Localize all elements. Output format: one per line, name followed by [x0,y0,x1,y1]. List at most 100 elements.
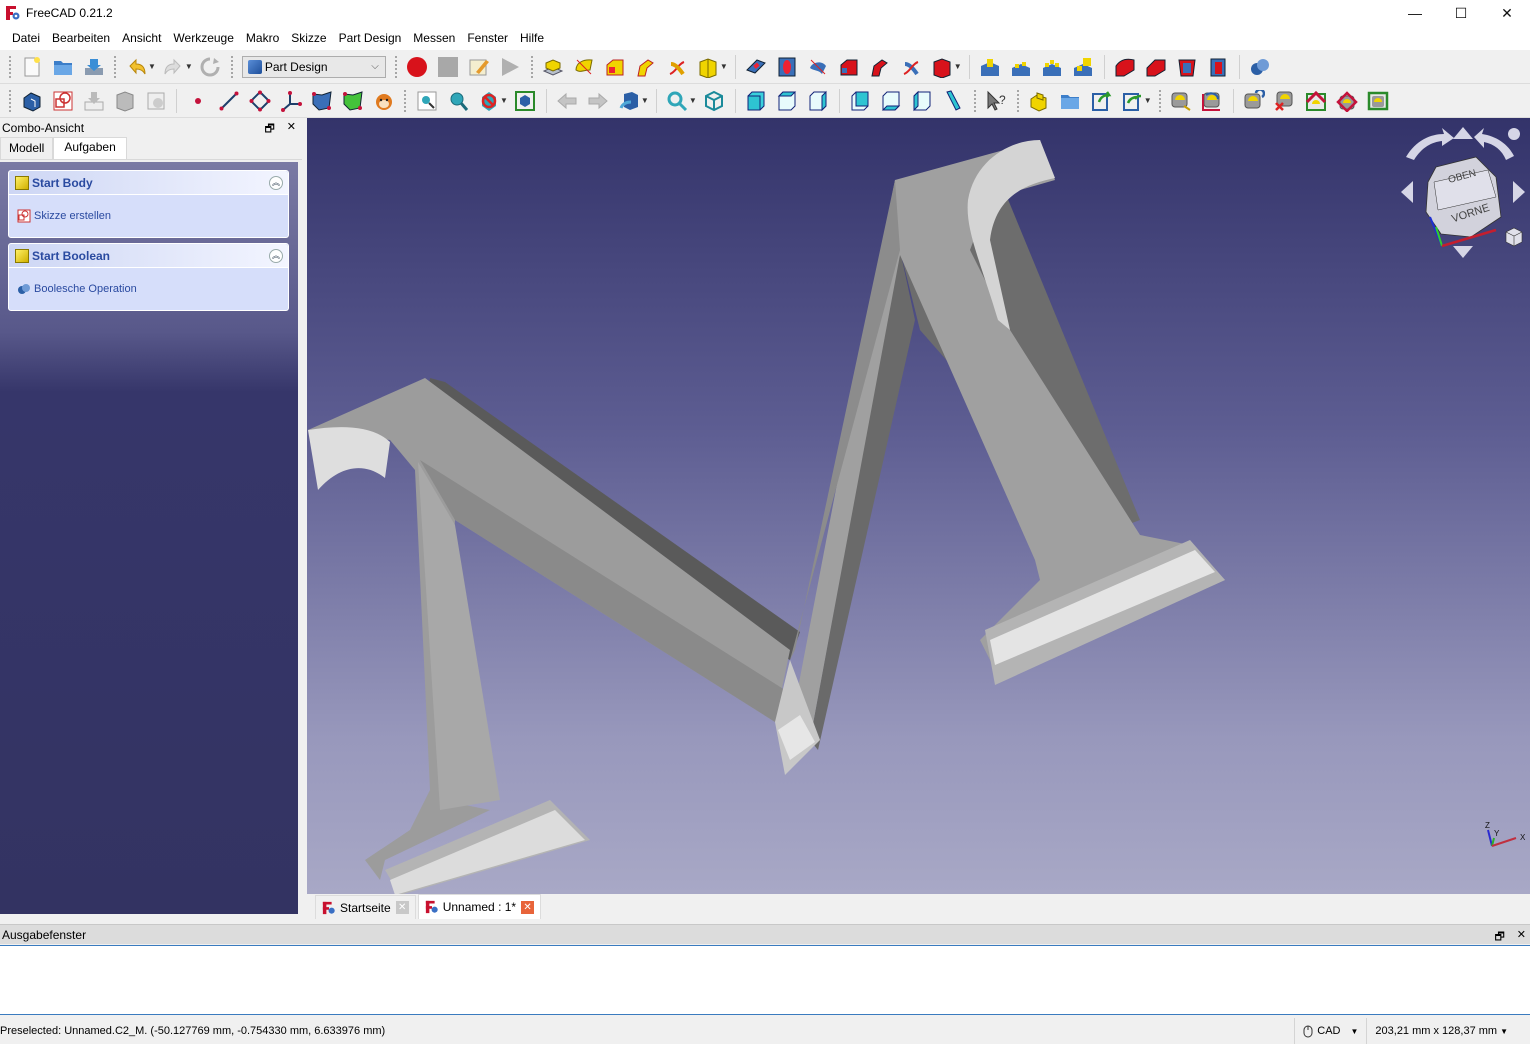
measure-distance-button[interactable] [939,87,967,115]
local-cs-button[interactable] [277,87,305,115]
home-view-icon[interactable] [1505,227,1523,247]
open-button[interactable] [49,53,77,81]
right-view-button[interactable] [804,87,832,115]
output-window-content[interactable] [0,945,1530,1015]
toolbar-grip[interactable] [8,88,12,113]
dimension-display[interactable]: 203,21 mm x 128,37 mm ▼ [1366,1018,1530,1044]
save-button[interactable] [80,53,108,81]
subtractive-loft-button[interactable] [835,53,863,81]
toolbar-grip[interactable] [972,88,977,113]
close-tab-icon[interactable]: ✕ [521,900,535,914]
create-sketch-button[interactable] [49,87,77,115]
group-button[interactable] [1056,87,1084,115]
draw-style-button[interactable] [475,87,503,115]
revolution-button[interactable] [570,53,598,81]
close-button[interactable]: ✕ [1484,0,1530,26]
bottom-view-button[interactable] [877,87,905,115]
multi-transform-button[interactable] [1069,53,1097,81]
tab-startseite[interactable]: Startseite ✕ [315,895,416,919]
pad-button[interactable] [539,53,567,81]
collapse-icon[interactable]: ︽ [269,248,283,263]
refresh-button[interactable] [196,53,224,81]
tab-modell[interactable]: Modell [0,137,54,159]
subtractive-pipe-button[interactable] [866,53,894,81]
pocket-button[interactable] [742,53,770,81]
menu-datei[interactable]: Datei [6,26,46,50]
fit-selection-button[interactable] [444,87,472,115]
menu-fenster[interactable]: Fenster [461,26,514,50]
task-panel-header[interactable]: Start Body ︽ [9,171,288,195]
fillet-button[interactable] [1111,53,1139,81]
link-actions-button[interactable] [1118,87,1146,115]
collapse-icon[interactable]: ︽ [269,175,283,190]
menu-hilfe[interactable]: Hilfe [514,26,550,50]
subshape-binder-button[interactable] [339,87,367,115]
arrow-left-icon[interactable] [1401,181,1413,203]
stop-macro-button[interactable] [434,53,462,81]
navigation-style-selector[interactable]: CAD ▼ [1294,1018,1366,1044]
navigation-cube[interactable]: OBEN VORNE [1396,122,1526,262]
redo-button[interactable] [159,53,187,81]
additive-helix-button[interactable] [663,53,691,81]
toolbar-grip[interactable] [8,54,12,79]
menu-skizze[interactable]: Skizze [285,26,332,50]
left-view-button[interactable] [908,87,936,115]
mirrored-button[interactable] [976,53,1004,81]
toolbar-grip[interactable] [1015,88,1020,113]
toolbar-grip[interactable] [229,54,234,79]
whats-this-button[interactable]: ? [982,87,1010,115]
forward-button[interactable] [584,87,612,115]
clone-animal-button[interactable] [370,87,398,115]
cube-body[interactable]: OBEN VORNE [1425,156,1502,238]
chamfer-button[interactable] [1142,53,1170,81]
clone-button[interactable] [142,87,170,115]
subtractive-helix-button[interactable] [897,53,925,81]
workbench-selector[interactable]: Part Design ⌵ [241,55,386,78]
arrow-right-icon[interactable] [1513,181,1525,203]
rear-view-button[interactable] [846,87,874,115]
linear-pattern-button[interactable] [1007,53,1035,81]
view-menu-icon[interactable] [1508,128,1520,140]
subtractive-primitive-button[interactable] [928,53,956,81]
rotate-right-icon[interactable] [1474,128,1514,160]
close-tab-icon[interactable]: ✕ [395,901,409,914]
bounding-box-button[interactable] [511,87,539,115]
measure-linear-button[interactable] [1167,87,1195,115]
toolbar-grip[interactable] [529,54,534,79]
thickness-button[interactable] [1204,53,1232,81]
edit-macro-button[interactable] [465,53,493,81]
menu-messen[interactable]: Messen [407,26,461,50]
minimize-button[interactable]: — [1392,0,1438,26]
isometric-button[interactable] [700,87,728,115]
top-view-button[interactable] [773,87,801,115]
new-document-button[interactable] [18,53,46,81]
toolbar-grip[interactable] [403,88,407,113]
measure-toggle-all-button[interactable] [1302,87,1330,115]
back-button[interactable] [553,87,581,115]
hole-button[interactable] [773,53,801,81]
zoom-button[interactable] [663,87,691,115]
additive-pipe-button[interactable] [632,53,660,81]
arrow-up-icon[interactable] [1453,127,1473,139]
toolbar-grip[interactable] [113,54,117,79]
draft-button[interactable] [1173,53,1201,81]
datum-line-button[interactable] [215,87,243,115]
task-panel-header[interactable]: Start Boolean ︽ [9,244,288,268]
menu-werkzeuge[interactable]: Werkzeuge [167,26,239,50]
tab-unnamed[interactable]: Unnamed : 1* ✕ [417,894,542,919]
3d-model-letter-m[interactable] [307,118,1530,894]
measure-toggle-delta-button[interactable] [1364,87,1392,115]
menu-part-design[interactable]: Part Design [333,26,408,50]
front-view-button[interactable] [742,87,770,115]
datum-plane-button[interactable] [246,87,274,115]
std-views-button[interactable] [615,87,643,115]
boolean-button[interactable] [1246,53,1274,81]
measure-toggle-3d-button[interactable] [1333,87,1361,115]
additive-primitive-button[interactable] [694,53,722,81]
toolbar-grip[interactable] [393,54,398,79]
task-action-boolean-operation[interactable]: Boolesche Operation [9,268,288,310]
shape-binder-button[interactable] [111,87,139,115]
measure-clear-button[interactable] [1271,87,1299,115]
maximize-button[interactable]: ☐ [1438,0,1484,26]
task-action-create-sketch[interactable]: Skizze erstellen [9,195,288,237]
